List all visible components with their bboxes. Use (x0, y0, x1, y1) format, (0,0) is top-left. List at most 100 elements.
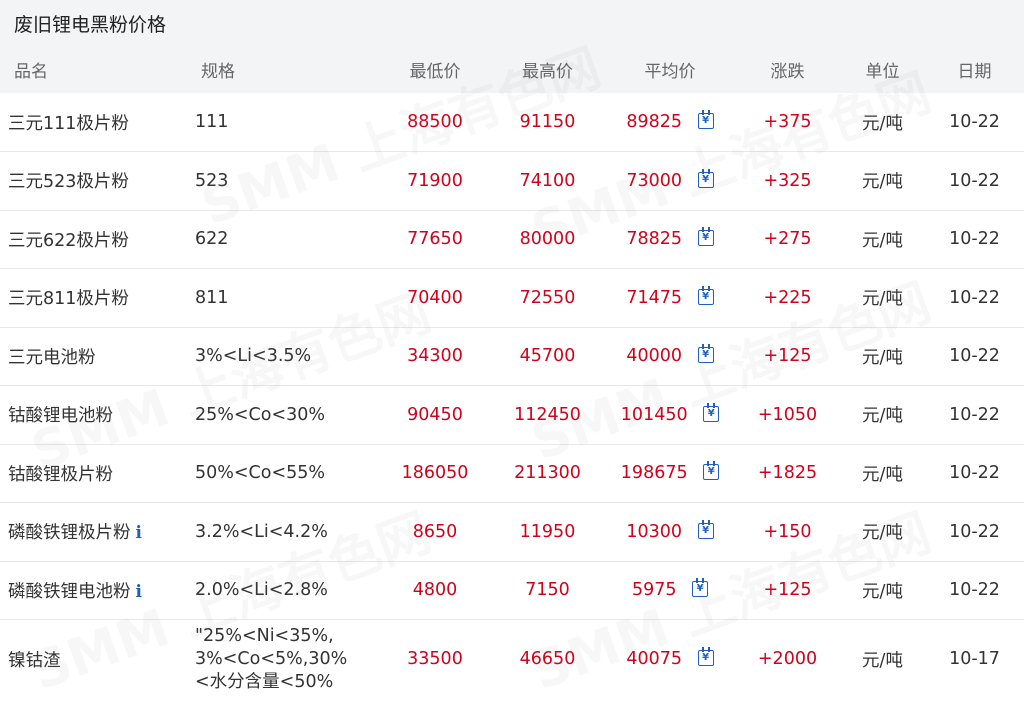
price-history-icon[interactable]: ¥ (697, 344, 714, 364)
price-change: +1050 (757, 404, 818, 425)
low-price: 8650 (412, 521, 458, 542)
product-name: 磷酸铁锂极片粉 (8, 523, 131, 544)
avg-price-cell: 5975 ¥ (605, 561, 735, 620)
avg-price-cell: 10300 ¥ (605, 503, 735, 562)
avg-price: 73000 (626, 170, 683, 191)
unit: 元/吨 (862, 581, 903, 602)
date: 10-22 (949, 404, 1000, 425)
avg-price: 10300 (626, 521, 683, 542)
price-history-icon[interactable]: ¥ (697, 168, 714, 188)
high-price: 211300 (514, 463, 581, 484)
header-spec: 规格 (201, 62, 235, 82)
high-price: 74100 (519, 170, 576, 191)
spec-text: 811 (195, 287, 229, 308)
product-name: 钴酸锂电池粉 (8, 406, 113, 427)
low-price: 71900 (407, 170, 463, 191)
price-history-icon[interactable]: ¥ (703, 402, 720, 422)
spec-cell: 2.0%<Li<2.8% (185, 561, 380, 620)
table-row: 三元111极片粉 111 88500 91150 89825 ¥ +375 元/吨 10-22 (0, 93, 1024, 152)
price-table: 品名 规格 最低价 最高价 平均价 涨跌 单位 日期 三元111极片粉 111 88… (0, 46, 1024, 699)
header-low: 最低价 (409, 62, 461, 82)
spec-text: 622 (195, 229, 229, 250)
high-price: 46650 (519, 649, 576, 670)
info-icon[interactable]: i (136, 523, 142, 543)
avg-price: 198675 (620, 463, 688, 484)
avg-price: 5975 (631, 580, 677, 601)
spec-cell: 25%<Co<30% (185, 386, 380, 445)
avg-price: 40075 (626, 649, 683, 670)
table-row: 磷酸铁锂极片粉 i 3.2%<Li<4.2% 8650 11950 10300 ¥ +150… (0, 503, 1024, 562)
avg-price-cell: 73000 ¥ (605, 152, 735, 211)
avg-price-cell: 89825 ¥ (605, 93, 735, 152)
table-header-row: 品名 规格 最低价 最高价 平均价 涨跌 单位 日期 (0, 46, 1024, 93)
yuan-glyph: ¥ (702, 115, 710, 126)
high-price: 80000 (519, 229, 576, 250)
unit: 元/吨 (862, 113, 903, 134)
unit: 元/吨 (862, 289, 903, 310)
spec-text: 50%<Co<55% (195, 463, 326, 484)
unit: 元/吨 (862, 230, 903, 251)
price-change: +375 (763, 112, 812, 132)
spec-cell: "25%<Ni<35%, 3%<Co<5%,30% <水分含量<50% (185, 620, 380, 699)
price-change: +325 (763, 170, 812, 191)
spec-cell: 523 (185, 152, 380, 211)
unit: 元/吨 (862, 523, 903, 544)
low-price: 186050 (401, 463, 469, 484)
date: 10-22 (949, 463, 1000, 484)
date: 10-17 (949, 649, 1000, 670)
product-name: 三元电池粉 (8, 347, 96, 368)
price-change: +275 (763, 229, 812, 250)
price-history-icon[interactable]: ¥ (697, 227, 714, 247)
low-price: 88500 (407, 112, 463, 132)
date: 10-22 (949, 229, 1000, 250)
high-price: 11950 (519, 521, 576, 542)
avg-price-cell: 198675 ¥ (605, 444, 735, 503)
page-title: 废旧锂电黑粉价格 (14, 13, 167, 36)
date: 10-22 (949, 346, 1000, 367)
spec-cell: 50%<Co<55% (185, 444, 380, 503)
table-row: 钴酸锂电池粉 25%<Co<30% 90450 112450 101450 ¥ +1050… (0, 386, 1024, 445)
high-price: 112450 (514, 404, 581, 425)
unit: 元/吨 (862, 464, 903, 485)
header-name: 品名 (14, 62, 48, 82)
price-history-icon[interactable]: ¥ (692, 578, 709, 598)
spec-text: 3.2%<Li<4.2% (195, 521, 328, 542)
avg-price: 40000 (626, 346, 683, 367)
product-name-cell: 三元电池粉 (0, 327, 185, 386)
price-change: +150 (763, 521, 812, 542)
avg-price-cell: 40000 ¥ (605, 327, 735, 386)
spec-text: 111 (195, 112, 229, 132)
price-history-icon[interactable]: ¥ (697, 519, 714, 539)
price-history-icon[interactable]: ¥ (697, 110, 714, 129)
unit: 元/吨 (862, 172, 903, 193)
spec-text: 523 (195, 170, 229, 191)
price-history-icon[interactable]: ¥ (697, 647, 714, 667)
product-name: 镍钴渣 (8, 650, 61, 671)
high-price: 91150 (519, 112, 576, 132)
product-name-cell: 磷酸铁锂电池粉 i (0, 561, 185, 620)
price-change: +125 (763, 580, 812, 601)
low-price: 4800 (412, 580, 458, 601)
header-date: 日期 (957, 62, 992, 82)
avg-price-cell: 71475 ¥ (605, 269, 735, 328)
spec-text: "25%<Ni<35%, 3%<Co<5%,30% <水分含量<50% (195, 625, 348, 692)
spec-text: 25%<Co<30% (195, 404, 326, 425)
price-history-icon[interactable]: ¥ (697, 285, 714, 305)
yuan-glyph: ¥ (702, 652, 710, 664)
product-name-cell: 钴酸锂电池粉 (0, 386, 185, 445)
yuan-glyph: ¥ (702, 290, 710, 302)
yuan-glyph: ¥ (707, 466, 715, 478)
info-icon[interactable]: i (136, 582, 142, 602)
product-name-cell: 三元622极片粉 (0, 210, 185, 269)
header-change: 涨跌 (770, 62, 805, 82)
product-name: 三元622极片粉 (8, 230, 129, 251)
product-name-cell: 三元523极片粉 (0, 152, 185, 211)
low-price: 77650 (407, 229, 463, 250)
table-row: 镍钴渣 "25%<Ni<35%, 3%<Co<5%,30% <水分含量<50% 3350… (0, 620, 1024, 699)
price-history-icon[interactable]: ¥ (703, 461, 720, 481)
price-change: +225 (763, 287, 812, 308)
spec-cell: 3.2%<Li<4.2% (185, 503, 380, 562)
table-row: 三元811极片粉 811 70400 72550 71475 ¥ +225 元/吨 10-22 (0, 269, 1024, 328)
product-name-cell: 镍钴渣 (0, 620, 185, 699)
header-avg: 平均价 (644, 62, 696, 82)
